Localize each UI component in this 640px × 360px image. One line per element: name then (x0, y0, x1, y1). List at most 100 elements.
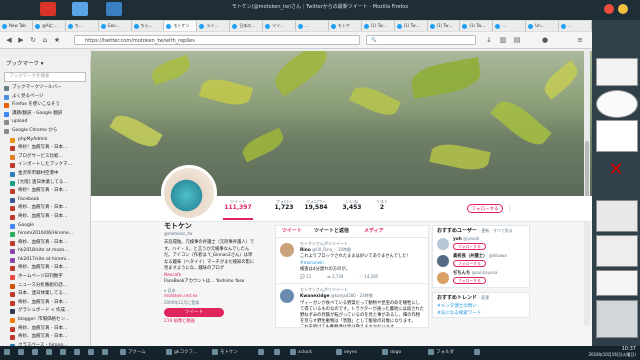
sidebar-bookmark-item[interactable]: ブックマークツールバー (0, 84, 90, 93)
tab-tweets[interactable]: ツイート (282, 227, 302, 236)
browser-tab[interactable]: (1) Tw… (394, 21, 428, 31)
sidebar-bookmark-item[interactable]: 奇妙、血痕写真 - 日本… (0, 239, 90, 248)
taskbar-item[interactable]: xclock (290, 348, 334, 358)
sidebar-bookmark-item[interactable]: hiromi2016/06/Hirome… (0, 230, 90, 239)
sidebar-bookmark-item[interactable]: 奇妙！血痕写真 - 日本… (0, 144, 90, 153)
trend-item[interactable]: #メンタ博士の問い (433, 303, 529, 310)
sidebar-bookmark-item[interactable]: 奇妙、血痕写真 - 日本… (0, 325, 90, 334)
quick-launch-icon[interactable] (88, 348, 98, 358)
suggested-user-avatar[interactable] (437, 255, 449, 267)
forward-icon[interactable]: ▶ (16, 35, 26, 45)
sidebar-bookmark-item[interactable]: 課題/翻訳 - Google 翻訳 (0, 110, 90, 119)
quick-launch-icon[interactable] (60, 348, 70, 358)
sidebar-bookmark-item[interactable]: 奇妙、血痕写真 - 日本… (0, 204, 90, 213)
suggested-user-avatar[interactable] (437, 272, 449, 284)
browser-tab[interactable]: Un… (526, 21, 560, 31)
quick-launch-icon[interactable] (32, 348, 42, 358)
sidebar-bookmark-item[interactable]: hk2017/site at hiromi… (0, 256, 90, 265)
sidebar-bookmark-item[interactable]: Firefox を使いこなそう (0, 101, 90, 110)
sidebar-bookmark-item[interactable]: インポートしたブックマ… (0, 161, 90, 170)
taskbar-item[interactable]: フォルダ (428, 348, 472, 358)
sidebar-bookmark-item[interactable]: ホームページ日刊数字 (0, 273, 90, 282)
tweet-author[interactable]: Kwanexidge (300, 294, 329, 299)
tweet-handle[interactable]: @00_Rino_ · 10時間 (312, 247, 351, 252)
browser-tab[interactable]: (1) Tw… (460, 21, 494, 31)
sidebar-bookmark-item[interactable]: Facebook (0, 196, 90, 205)
tab-media[interactable]: メディア (364, 227, 384, 236)
browser-tab[interactable]: ち… (65, 21, 99, 31)
browser-tab[interactable]: … (493, 21, 527, 31)
tweet-item[interactable]: モトケンさんがリツイート Kwanexidge @kanjad280 · 24時間… (276, 284, 428, 327)
xclock-window[interactable] (596, 90, 638, 118)
browser-tab[interactable]: モトケン (164, 21, 198, 31)
sidebar-search-input[interactable]: ブックマークを検索 (4, 72, 86, 82)
taskbar-item[interactable] (274, 348, 288, 358)
browser-tab[interactable]: @AIに… (32, 21, 66, 31)
sidebar-bookmark-item[interactable]: 日本、連日休業してる… (0, 290, 90, 299)
profile-follow-button[interactable]: フォローする (467, 204, 503, 213)
tweet-avatar[interactable] (280, 289, 294, 304)
browser-tab[interactable]: … (296, 21, 329, 31)
taskbar-item[interactable]: gkコクフ… (166, 348, 210, 358)
quick-launch-icon[interactable] (18, 348, 28, 358)
sidebar-bookmark-item[interactable]: hk2018/site at mozo… (0, 247, 90, 256)
wtf-sub-text[interactable]: · 更新 · すべて見る (479, 228, 513, 233)
suggested-follow-button[interactable]: フォローする (453, 259, 486, 267)
tray-app-icon[interactable] (604, 4, 614, 14)
taskbar-item[interactable]: アクーム (120, 348, 164, 358)
tab-tweets-replies[interactable]: ツイートと返信 (314, 227, 349, 236)
page-scrollbar[interactable] (584, 51, 590, 326)
clock[interactable]: 10:37 2018年10月16日(火曜日) (589, 347, 636, 358)
side-window-3[interactable] (596, 235, 638, 267)
sidebar-bookmark-item[interactable]: [大阪] 連日休業してる… (0, 179, 90, 188)
browser-tab[interactable]: Goo… (98, 21, 132, 31)
library-icon[interactable]: ▥ (498, 35, 508, 45)
sidebar-bookmark-item[interactable]: 金沢県市郷村空港中 (0, 170, 90, 179)
profile-handle[interactable]: @motoken_tw (164, 231, 256, 237)
suggested-user-avatar[interactable] (437, 238, 449, 250)
media-link[interactable]: 219 画像と動画 (164, 319, 256, 326)
tweet-item[interactable]: モトケンさんがリツイート Rino @00_Rino_ · 10時間 これよりブロッ… (276, 238, 428, 285)
browser-tab[interactable]: ツイ… (263, 21, 296, 31)
xeyes-window[interactable] (596, 120, 638, 152)
taskbar-item[interactable]: モトケン (212, 348, 256, 358)
stat-2[interactable]: フォロワー 19,584 (301, 199, 331, 212)
browser-tab[interactable]: (1) Tw… (361, 21, 395, 31)
sidebar-bookmark-item[interactable]: 奇妙、血痕写真 - 日本… (0, 299, 90, 308)
sidebar-bookmark-item[interactable]: ブログサービス比較… (0, 153, 90, 162)
browser-tab[interactable]: ちら… (131, 21, 165, 31)
quick-launch-icon[interactable] (46, 348, 56, 358)
quick-launch-icon[interactable] (4, 348, 14, 358)
side-window-2[interactable] (596, 200, 638, 232)
retweet-icon[interactable]: ⇄ 2,729 (327, 274, 351, 279)
suggested-follow-button[interactable]: フォローする (453, 276, 486, 284)
sidebar-icon[interactable]: ▤ (512, 35, 522, 45)
quick-launch-icon[interactable] (74, 348, 84, 358)
suggested-user[interactable]: yoh @yeaoh フォローする (433, 236, 529, 253)
suggested-user[interactable]: ぢちんち @sanhayuna フォローする (433, 270, 529, 287)
taskbar-item[interactable]: dogo (382, 348, 426, 358)
suggested-user[interactable]: 高校長（弁護士） @hikawa フォローする (433, 253, 529, 270)
taskbar-item[interactable] (474, 348, 488, 358)
sidebar-bookmark-item[interactable]: Google Chrome から (0, 127, 90, 136)
suggested-follow-button[interactable]: フォローする (453, 242, 486, 250)
browser-tab[interactable]: モトケ (328, 21, 362, 31)
sidebar-bookmark-item[interactable]: phpMyAdmin (0, 136, 90, 145)
downloads-icon[interactable]: ↓ (484, 35, 494, 45)
back-icon[interactable]: ◀ (4, 35, 14, 45)
side-window-4[interactable] (596, 270, 638, 296)
home-icon[interactable]: ⌂ (40, 35, 50, 45)
browser-tab[interactable]: (1) Tw… (427, 21, 461, 31)
menu-icon[interactable]: ≡ (575, 35, 585, 45)
browser-tab[interactable]: 日本の… (230, 21, 264, 31)
sidebar-bookmark-item[interactable]: 奇妙！血痕写真 - 日本… (0, 187, 90, 196)
like-icon[interactable]: ♡ 14,285 (359, 274, 386, 279)
profile-avatar[interactable] (161, 165, 217, 221)
sidebar-bookmark-item[interactable]: upload (0, 118, 90, 127)
search-bar[interactable]: 🔍 (366, 35, 476, 45)
taskbar-item[interactable]: xeyes (336, 348, 380, 358)
sidebar-bookmark-item[interactable]: グラシュボード < 作成… (0, 307, 90, 316)
close-icon[interactable]: ✕ (598, 150, 634, 190)
browser-tab[interactable]: … (559, 21, 592, 31)
more-options-icon[interactable]: ⋮ (507, 204, 513, 213)
